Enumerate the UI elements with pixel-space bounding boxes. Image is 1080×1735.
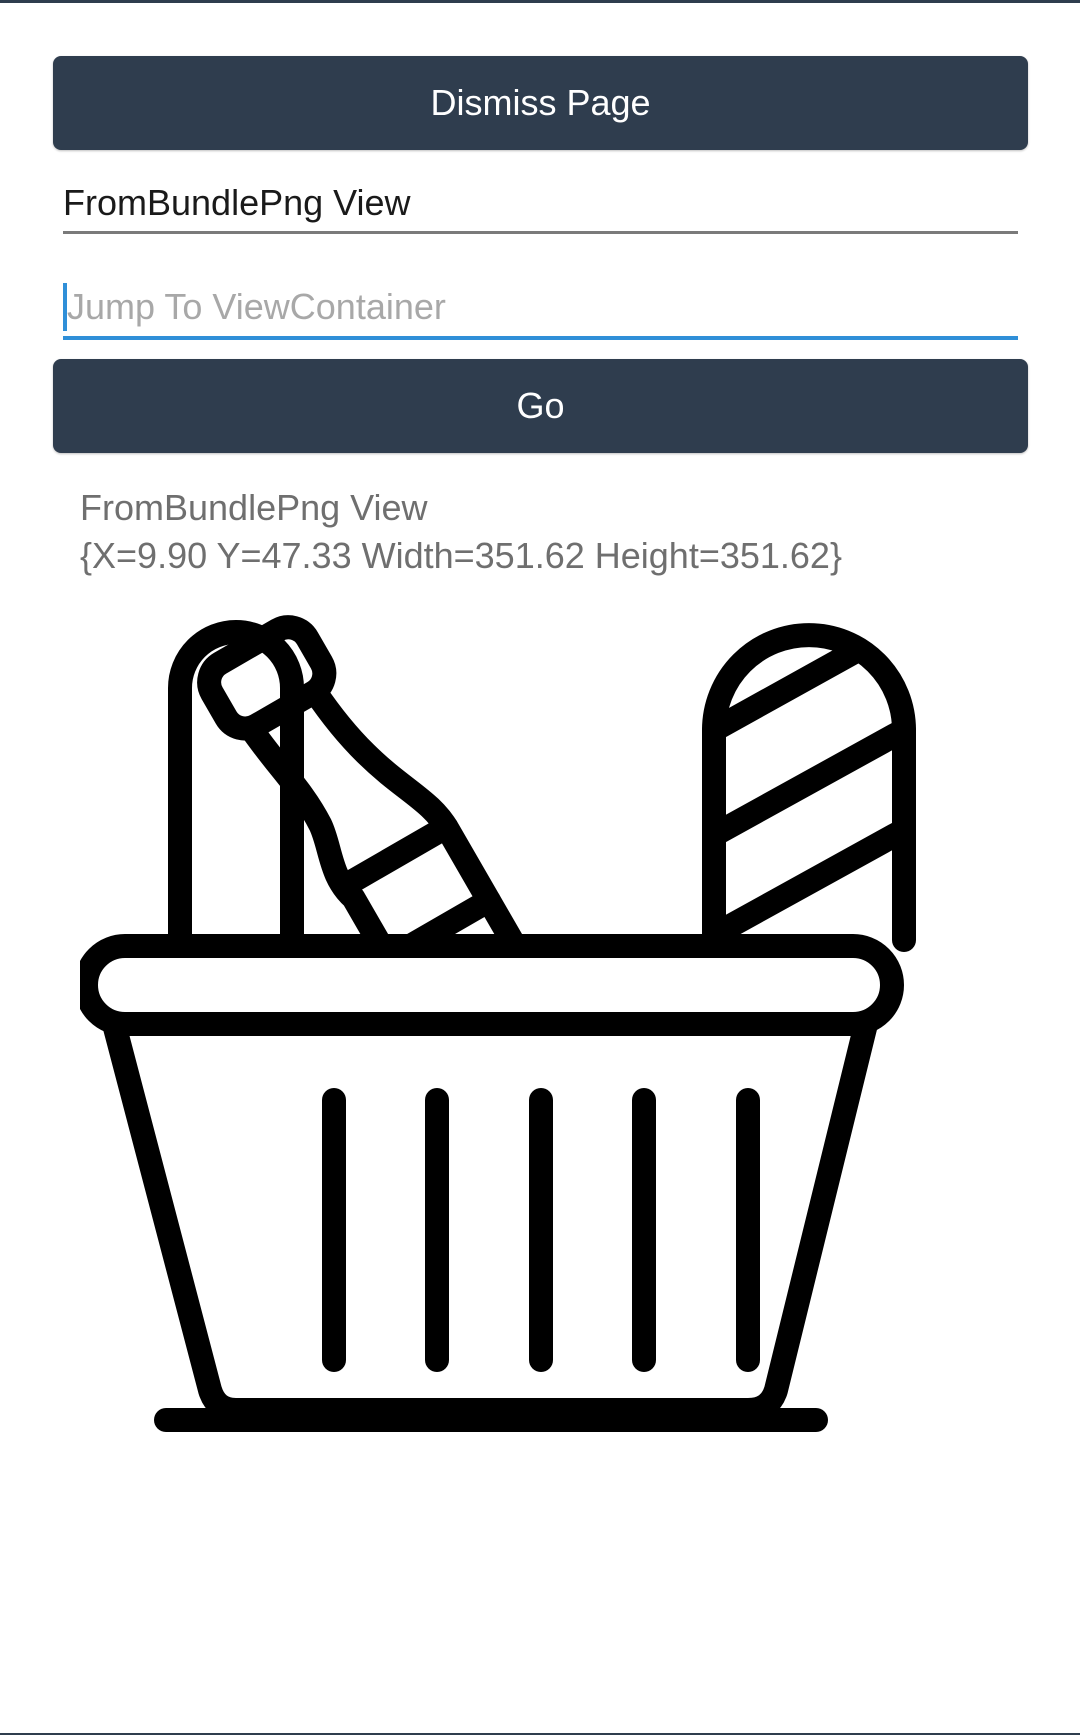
view-info: FromBundlePng View {X=9.90 Y=47.33 Width… [80,484,842,580]
jump-input[interactable] [67,286,967,328]
view-name-label: FromBundlePng View [80,487,428,528]
dismiss-page-button[interactable]: Dismiss Page [53,56,1028,150]
view-frame-label: {X=9.90 Y=47.33 Width=351.62 Height=351.… [80,535,842,576]
go-button[interactable]: Go [53,359,1028,453]
grocery-basket-icon [80,615,916,1432]
grocery-basket-image [80,610,1005,1470]
bread-stick [168,620,304,952]
striped-bread [702,623,916,952]
title-field[interactable]: FromBundlePng View [63,176,1018,234]
top-divider [0,0,1080,3]
jump-to-viewcontainer-field[interactable] [63,278,1018,340]
basket-rim [80,934,904,1036]
